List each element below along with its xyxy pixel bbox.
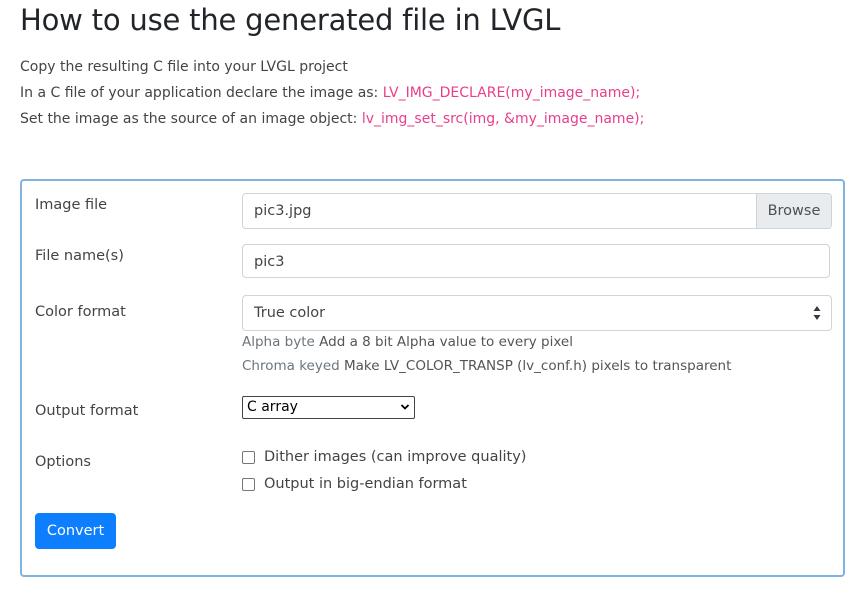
help-term: Alpha byte <box>242 334 315 350</box>
dither-checkbox[interactable] <box>242 450 255 464</box>
option-big-endian[interactable]: Output in big-endian format <box>242 476 467 492</box>
select-arrows-icon <box>813 306 821 320</box>
instruction-line-2: In a C file of your application declare … <box>20 80 644 106</box>
instruction-text: Set the image as the source of an image … <box>20 111 362 127</box>
code-snippet-declare: LV_IMG_DECLARE(my_image_name); <box>382 85 641 101</box>
image-file-name[interactable]: pic3.jpg <box>243 194 756 228</box>
image-file-label: Image file <box>35 197 108 213</box>
option-dither[interactable]: Dither images (can improve quality) <box>242 449 526 465</box>
dither-checkbox-label[interactable]: Dither images (can improve quality) <box>264 449 526 465</box>
code-snippet-set-src: lv_img_set_src(img, &my_image_name); <box>361 111 645 127</box>
instruction-text: In a C file of your application declare … <box>20 85 383 101</box>
color-format-help-alpha: Alpha byte Add a 8 bit Alpha value to ev… <box>242 334 573 350</box>
big-endian-checkbox[interactable] <box>242 477 255 491</box>
help-description: Make LV_COLOR_TRANSP (lv_conf.h) pixels … <box>344 358 732 374</box>
color-format-help-chroma: Chroma keyed Make LV_COLOR_TRANSP (lv_co… <box>242 358 731 374</box>
file-names-label: File name(s) <box>35 248 124 264</box>
converter-form-card: Image file pic3.jpg Browse File name(s) … <box>20 179 845 577</box>
file-names-input[interactable]: pic3 <box>242 244 830 278</box>
instruction-text: Copy the resulting C file into your LVGL… <box>20 59 348 75</box>
convert-button[interactable]: Convert <box>35 513 116 549</box>
help-description: Add a 8 bit Alpha value to every pixel <box>319 334 573 350</box>
output-format-select[interactable]: C array <box>242 396 415 419</box>
page-title: How to use the generated file in LVGL <box>20 3 561 37</box>
help-term: Chroma keyed <box>242 358 340 374</box>
browse-button[interactable]: Browse <box>756 194 831 228</box>
instruction-line-3: Set the image as the source of an image … <box>20 106 644 132</box>
output-format-label: Output format <box>35 403 139 419</box>
color-format-selected: True color <box>254 305 326 321</box>
output-format-selected: C array <box>247 399 298 415</box>
chevron-down-icon <box>400 404 410 410</box>
instruction-line-1: Copy the resulting C file into your LVGL… <box>20 54 644 80</box>
color-format-select[interactable]: True color <box>242 295 832 331</box>
usage-instructions: Copy the resulting C file into your LVGL… <box>20 54 644 132</box>
image-file-input[interactable]: pic3.jpg Browse <box>242 193 832 229</box>
color-format-label: Color format <box>35 304 126 320</box>
big-endian-checkbox-label[interactable]: Output in big-endian format <box>264 476 467 492</box>
options-label: Options <box>35 454 91 470</box>
